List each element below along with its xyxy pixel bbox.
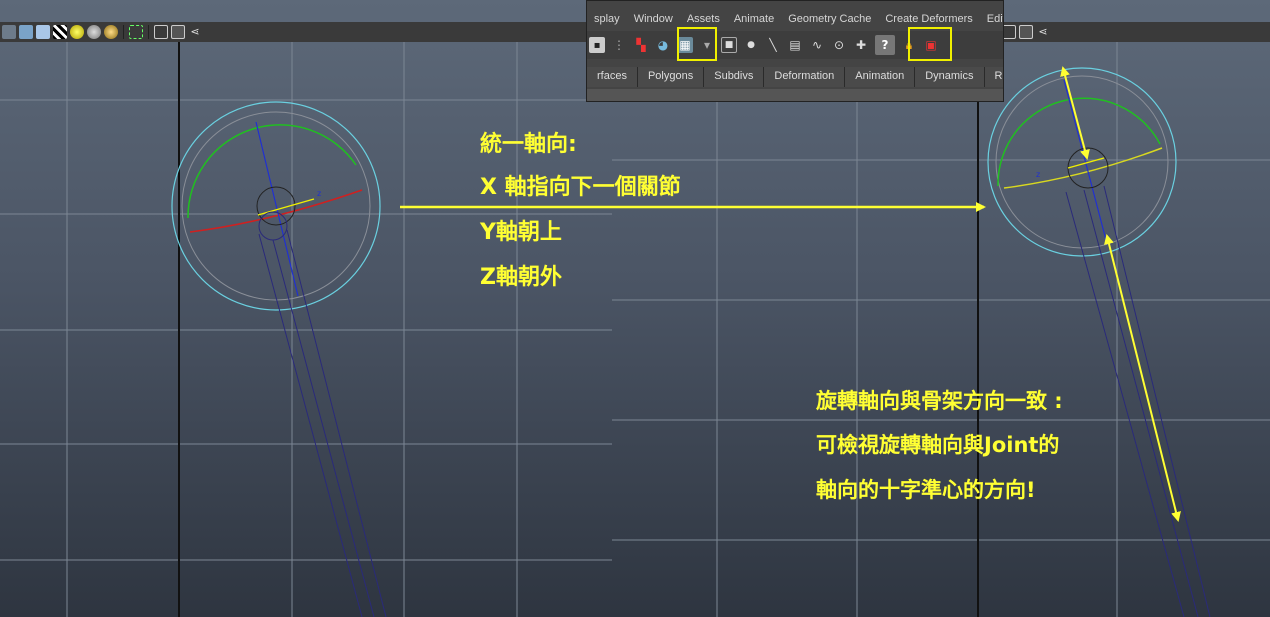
tab-polygons[interactable]: Polygons <box>637 67 705 87</box>
menu-assets[interactable]: Assets <box>680 13 727 25</box>
joint-bone <box>258 211 387 617</box>
menu-display[interactable]: splay <box>587 13 627 25</box>
mask-point-icon[interactable]: ■ <box>721 37 737 53</box>
annotation-x-axis: X 軸指向下一個關節 <box>480 175 681 200</box>
annotation-unify-title: 統一軸向: <box>480 132 577 157</box>
xray-icon[interactable] <box>171 25 185 39</box>
annotation-y-axis: Y軸朝上 <box>480 220 562 245</box>
svg-text:z: z <box>317 189 321 198</box>
shaded-cube-icon[interactable] <box>36 25 50 39</box>
menu-window[interactable]: Window <box>627 13 680 25</box>
annotation-z-axis: Z軸朝外 <box>480 265 562 290</box>
rotate-x-ring <box>189 189 363 233</box>
shelf-tabs: rfaces Polygons Subdivs Deformation Anim… <box>587 67 1003 87</box>
tab-rendering[interactable]: Re <box>984 67 1003 87</box>
left-viewport[interactable]: z ⋖ <box>0 0 612 617</box>
xray-icon-right[interactable] <box>1019 25 1033 39</box>
tab-subdivs[interactable]: Subdivs <box>704 67 765 87</box>
tab-deformation[interactable]: Deformation <box>764 67 846 87</box>
main-menubar: splay Window Assets Animate Geometry Cac… <box>587 9 1003 29</box>
save-icon[interactable]: ▪ <box>589 37 605 53</box>
mask-line-icon[interactable]: ╲ <box>765 37 781 53</box>
rotate-y-ring <box>187 124 357 219</box>
share-icon[interactable]: ⋖ <box>188 25 202 39</box>
menu-geometry-cache[interactable]: Geometry Cache <box>781 13 878 25</box>
tab-surfaces[interactable]: rfaces <box>587 67 638 87</box>
smooth-shade-icon[interactable] <box>19 25 33 39</box>
annotation-rotation-line1: 旋轉軸向與骨架方向一致 : <box>816 389 1063 413</box>
share-icon-right[interactable]: ⋖ <box>1036 25 1050 39</box>
select-icon[interactable] <box>129 25 143 39</box>
highlight-help-icon <box>908 27 952 61</box>
mask-plus-icon[interactable]: ✚ <box>853 37 869 53</box>
material-icon[interactable] <box>104 25 118 39</box>
menu-create-deformers[interactable]: Create Deformers <box>878 13 979 25</box>
isolate-icon-right[interactable] <box>1002 25 1016 39</box>
select-hierarchy-icon[interactable]: ▚ <box>633 37 649 53</box>
highlight-select-component <box>677 27 717 61</box>
mask-circle-icon[interactable]: ● <box>743 37 759 53</box>
texture-icon[interactable] <box>53 25 67 39</box>
svg-text:z: z <box>1036 170 1040 179</box>
light-icon[interactable] <box>70 25 84 39</box>
annotation-rotation-line2: 可檢視旋轉軸向與Joint的 <box>816 433 1060 457</box>
mask-grid-icon[interactable]: ▤ <box>787 37 803 53</box>
divider-icon: ⋮ <box>613 38 625 52</box>
shelf-content <box>587 89 1003 101</box>
select-object-icon[interactable]: ◕ <box>655 37 671 53</box>
mask-curve-icon[interactable]: ∿ <box>809 37 825 53</box>
tab-dynamics[interactable]: Dynamics <box>915 67 985 87</box>
annotation-rotation-line3: 軸向的十字準心的方向! <box>816 478 1036 502</box>
isolate-icon[interactable] <box>154 25 168 39</box>
tab-animation[interactable]: Animation <box>845 67 916 87</box>
left-grid: z <box>0 42 612 617</box>
left-viewport-toolbar: ⋖ <box>0 22 612 42</box>
menu-animate[interactable]: Animate <box>727 13 781 25</box>
help-question-icon[interactable]: ? <box>875 35 895 55</box>
mask-target-icon[interactable]: ⊙ <box>831 37 847 53</box>
maya-menu-window: splay Window Assets Animate Geometry Cac… <box>586 0 1004 102</box>
wireframe-icon[interactable] <box>2 25 16 39</box>
rotate-outer-ring-right <box>987 67 1177 257</box>
shadow-icon[interactable] <box>87 25 101 39</box>
menu-edit-deformers[interactable]: Edit De <box>980 13 1003 25</box>
